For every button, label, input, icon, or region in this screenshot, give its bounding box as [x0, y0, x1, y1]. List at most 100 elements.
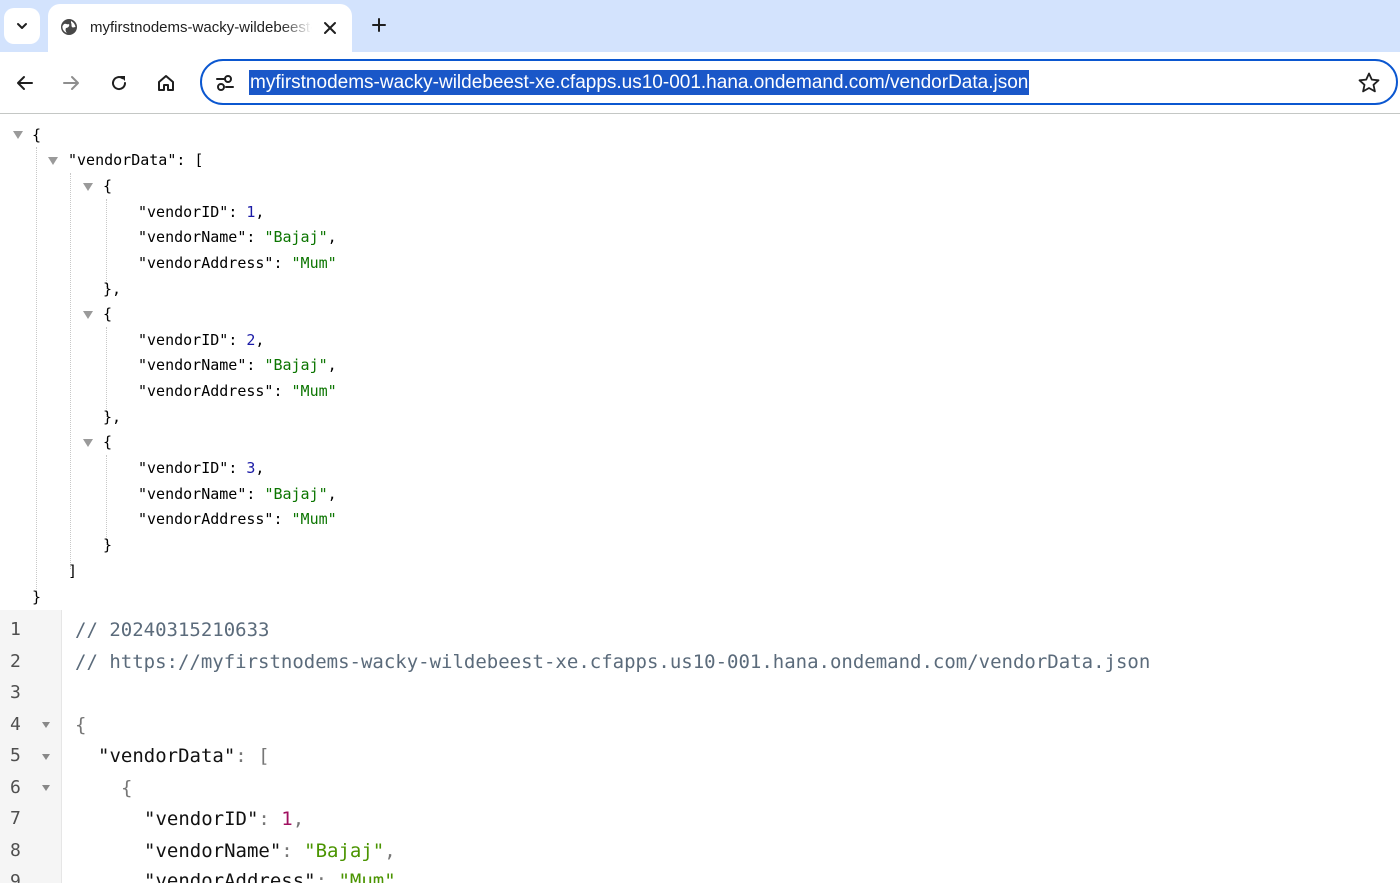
globe-icon: [61, 19, 77, 35]
new-tab-button[interactable]: [366, 12, 392, 38]
editor-line: "vendorData": [: [98, 741, 270, 771]
editor-string: "Bajaj": [304, 840, 385, 862]
tab-close-button[interactable]: [318, 16, 342, 40]
collapse-toggle[interactable]: [48, 157, 58, 165]
editor-key: "vendorID": [144, 808, 259, 830]
json-punct: ,: [255, 331, 265, 349]
editor-punct: :: [315, 870, 339, 883]
line-number: 9: [10, 871, 21, 883]
line-number: 4: [10, 714, 21, 735]
forward-arrow-icon: [63, 76, 79, 90]
json-row: "vendorID": 3,: [138, 457, 264, 479]
editor-open-brace: {: [75, 714, 87, 736]
json-key: "vendorID": [138, 459, 229, 477]
json-key: "vendorName": [138, 228, 247, 246]
json-punct: ,: [327, 485, 337, 503]
collapse-toggle[interactable]: [13, 131, 23, 139]
collapse-toggle[interactable]: [83, 183, 93, 191]
json-row: "vendorID": 2,: [138, 329, 264, 351]
editor-number: 1: [281, 808, 293, 830]
editor-key: "vendorName": [144, 840, 282, 862]
line-number: 6: [10, 777, 21, 798]
line-number: 1: [10, 619, 21, 640]
line-number: 8: [10, 840, 21, 861]
line-number: 3: [10, 682, 21, 703]
json-object-close: },: [103, 280, 122, 298]
json-array-close: ]: [68, 562, 78, 580]
line-gutter: 1 2 3 4 5 6 7 8 9: [0, 610, 62, 883]
json-key: "vendorName": [138, 356, 247, 374]
json-row: "vendorID": 1,: [138, 201, 264, 223]
editor-line: "vendorAddress": "Mum": [144, 866, 396, 883]
address-bar[interactable]: myfirstnodems-wacky-wildebeest-xe.cfapps…: [200, 59, 1398, 105]
json-object-open: {: [103, 305, 113, 323]
chevron-down-icon: [17, 23, 27, 29]
plus-icon: [372, 18, 386, 32]
json-row: "vendorAddress": "Mum": [138, 508, 337, 530]
fold-toggle[interactable]: [42, 754, 50, 760]
json-row: "vendorName": "Bajaj",: [138, 483, 337, 505]
reload-button[interactable]: [104, 68, 134, 98]
back-arrow-icon: [17, 76, 33, 90]
json-string: "Mum": [291, 510, 337, 528]
json-punct: :: [273, 382, 292, 400]
json-key: "vendorData": [68, 151, 177, 169]
tab-strip: myfirstnodems-wacky-wildebeest-xe.cfapps…: [0, 0, 1400, 52]
fold-toggle[interactable]: [42, 785, 50, 791]
json-punct: :: [246, 228, 265, 246]
json-array-line: "vendorData": [: [68, 149, 203, 171]
json-key: "vendorID": [138, 331, 229, 349]
json-punct: :: [228, 459, 247, 477]
active-tab[interactable]: myfirstnodems-wacky-wildebeest-xe.cfapps…: [48, 4, 352, 52]
json-punct: : [: [176, 151, 204, 169]
json-object-open: {: [103, 177, 113, 195]
editor-line: "vendorID": 1,: [144, 804, 304, 834]
json-punct: ,: [327, 228, 337, 246]
json-punct: :: [273, 510, 292, 528]
comment-timestamp: // 20240315210633: [75, 619, 270, 641]
json-punct: ,: [255, 459, 265, 477]
editor-line: "vendorName": "Bajaj",: [144, 836, 396, 866]
json-object-close: }: [103, 536, 113, 554]
back-button[interactable]: [10, 68, 40, 98]
collapse-toggle[interactable]: [83, 311, 93, 319]
close-icon: [324, 22, 336, 34]
editor-key: "vendorAddress": [144, 870, 316, 883]
json-key: "vendorAddress": [138, 254, 274, 272]
url-text[interactable]: myfirstnodems-wacky-wildebeest-xe.cfapps…: [249, 70, 1030, 95]
code-editor[interactable]: 1 2 3 4 5 6 7 8 9 // 20240315210633 // h…: [0, 610, 1400, 883]
json-punct: :: [228, 331, 247, 349]
json-string: "Mum": [291, 254, 337, 272]
editor-punct: :: [258, 808, 282, 830]
tab-title: myfirstnodems-wacky-wildebeest-xe.cfapps…: [90, 19, 312, 36]
comment-url: // https://myfirstnodems-wacky-wildebees…: [75, 651, 1151, 673]
indent-guide: [70, 173, 71, 569]
editor-punct: :: [281, 840, 305, 862]
json-string: "Bajaj": [264, 228, 328, 246]
editor-punct: ,: [384, 840, 396, 862]
line-number: 5: [10, 745, 21, 766]
json-row: "vendorAddress": "Mum": [138, 380, 337, 402]
json-key: "vendorName": [138, 485, 247, 503]
site-settings-icon[interactable]: [214, 72, 236, 94]
fold-toggle[interactable]: [42, 722, 50, 728]
line-number: 7: [10, 808, 21, 829]
line-number: 2: [10, 651, 21, 672]
indent-guide: [36, 147, 37, 595]
forward-button[interactable]: [56, 68, 86, 98]
json-key: "vendorAddress": [138, 510, 274, 528]
json-key: "vendorAddress": [138, 382, 274, 400]
collapse-toggle[interactable]: [83, 439, 93, 447]
home-button[interactable]: [151, 68, 181, 98]
editor-punct: : [: [235, 745, 270, 767]
json-string: "Mum": [291, 382, 337, 400]
json-open-brace: {: [32, 126, 42, 144]
json-punct: :: [228, 203, 247, 221]
json-string: "Bajaj": [264, 485, 328, 503]
json-row: "vendorName": "Bajaj",: [138, 226, 337, 248]
json-punct: :: [246, 356, 265, 374]
editor-key: "vendorData": [98, 745, 236, 767]
browser-toolbar: myfirstnodems-wacky-wildebeest-xe.cfapps…: [0, 52, 1400, 114]
tab-search-button[interactable]: [4, 8, 40, 44]
star-icon[interactable]: [1357, 71, 1381, 95]
